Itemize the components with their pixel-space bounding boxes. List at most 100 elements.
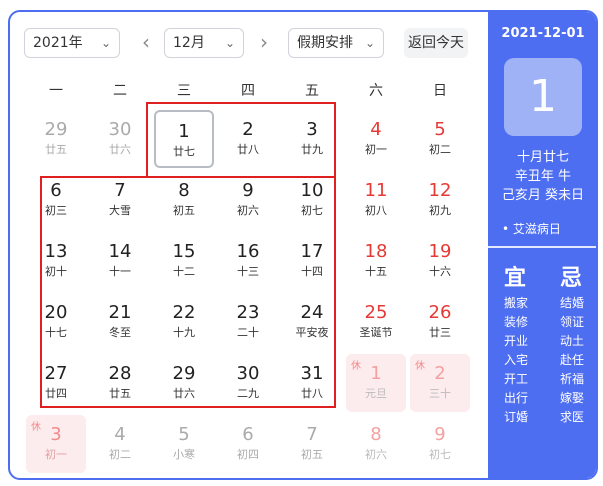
yi-item: 出行: [504, 391, 529, 405]
day-number: 4: [114, 424, 126, 445]
year-select[interactable]: 2021年 ⌄: [24, 28, 120, 58]
day-number: 25: [364, 302, 388, 323]
rest-day-tag: 休: [415, 361, 425, 372]
day-cell[interactable]: 9 初七: [410, 415, 470, 473]
lunar-label: 初七: [429, 448, 451, 461]
day-cell[interactable]: 8 初六: [346, 415, 406, 473]
day-cell[interactable]: 7 初五: [282, 415, 342, 473]
day-cell[interactable]: 5 初二: [410, 110, 470, 168]
weekday-label: 一: [49, 83, 63, 99]
selected-date: 2021-12-01: [501, 26, 585, 41]
rest-day-tag: 休: [31, 422, 41, 433]
yi-heading: 宜: [504, 266, 527, 291]
lunar-label: 廿三: [429, 326, 451, 339]
day-cell[interactable]: 4 初二: [90, 415, 150, 473]
calendar-widget: 2021年 ⌄ ‹ 12月 ⌄ › 假期安排 ⌄ 返回今天 一 二 三 四 五 六 日 29…: [8, 10, 598, 480]
ji-item: 祈福: [560, 372, 585, 386]
weekday-label: 二: [113, 83, 127, 99]
yi-item: 装修: [504, 315, 529, 329]
ganzhi-day: 己亥月 癸未日: [501, 188, 585, 203]
day-detail-panel: 2021-12-01 1 十月廿七 辛丑年 牛 己亥月 癸未日 • 艾滋病日 宜…: [488, 12, 596, 478]
back-to-today-button[interactable]: 返回今天: [404, 28, 468, 58]
day-cell[interactable]: 12 初九: [410, 171, 470, 229]
day-number: 7: [306, 424, 318, 445]
day-number: 19: [428, 241, 452, 262]
weekday-label: 六: [369, 83, 383, 99]
day-cell[interactable]: 29 廿五: [26, 110, 86, 168]
yi-item: 开业: [504, 334, 529, 348]
selected-day-number: 1: [504, 58, 582, 136]
ji-item: 求医: [560, 410, 585, 424]
lunar-label: 初一: [45, 448, 67, 461]
day-number: 29: [44, 119, 68, 140]
festival-label: • 艾滋病日: [502, 222, 561, 236]
lunar-label: 元旦: [365, 387, 387, 400]
weekday-label: 四: [241, 83, 255, 99]
day-number: 9: [434, 424, 446, 445]
day-number: 11: [364, 180, 388, 201]
yi-item: 订婚: [504, 410, 529, 424]
ji-item: 动土: [560, 334, 585, 348]
day-cell[interactable]: 25 圣诞节: [346, 293, 406, 351]
day-cell[interactable]: 18 十五: [346, 232, 406, 290]
yi-item: 搬家: [504, 296, 529, 310]
weekday-label: 日: [433, 83, 447, 99]
day-cell[interactable]: 30 廿六: [90, 110, 150, 168]
year-select-value: 2021年: [33, 35, 83, 51]
day-cell[interactable]: 4 初一: [346, 110, 406, 168]
lunar-label: 初二: [109, 448, 131, 461]
highlight-box-weeks: [40, 176, 336, 408]
calendar-toolbar: 2021年 ⌄ ‹ 12月 ⌄ › 假期安排 ⌄ 返回今天: [24, 28, 474, 60]
day-cell[interactable]: 休 3 初一: [26, 415, 86, 473]
divider: [488, 246, 596, 248]
lunar-label: 小寒: [173, 448, 195, 461]
chevron-down-icon: ⌄: [100, 36, 111, 50]
ji-item: 领证: [560, 315, 585, 329]
day-number: 5: [178, 424, 190, 445]
lunar-label: 圣诞节: [359, 326, 393, 339]
weekday-label: 三: [177, 83, 191, 99]
ji-heading: 忌: [560, 266, 583, 291]
day-number: 6: [242, 424, 254, 445]
ji-item: 结婚: [560, 296, 585, 310]
holiday-select[interactable]: 假期安排 ⌄: [288, 28, 384, 58]
day-number: 30: [108, 119, 132, 140]
day-cell[interactable]: 6 初四: [218, 415, 278, 473]
day-number: 8: [370, 424, 382, 445]
month-select[interactable]: 12月 ⌄: [164, 28, 244, 58]
lunar-label: 初四: [237, 448, 259, 461]
holiday-select-value: 假期安排: [297, 35, 353, 51]
lunar-label: 初九: [429, 204, 451, 217]
day-number: 5: [434, 119, 446, 140]
chevron-down-icon: ⌄: [224, 36, 235, 50]
ganzhi-year: 辛丑年 牛: [514, 169, 572, 184]
lunar-label: 初五: [301, 448, 323, 461]
chevron-right-icon[interactable]: ›: [254, 28, 274, 58]
day-number: 12: [428, 180, 452, 201]
chevron-down-icon: ⌄: [364, 36, 375, 50]
day-cell[interactable]: 11 初八: [346, 171, 406, 229]
ji-item: 嫁娶: [560, 391, 585, 405]
lunar-label: 初六: [365, 448, 387, 461]
lunar-label: 廿五: [45, 143, 67, 156]
yi-item: 开工: [504, 372, 529, 386]
lunar-label: 三十: [429, 387, 451, 400]
day-cell[interactable]: 19 十六: [410, 232, 470, 290]
calendar-main: 2021年 ⌄ ‹ 12月 ⌄ › 假期安排 ⌄ 返回今天 一 二 三 四 五 六 日 29…: [10, 12, 488, 478]
day-cell[interactable]: 5 小寒: [154, 415, 214, 473]
rest-day-tag: 休: [351, 361, 361, 372]
day-cell[interactable]: 26 廿三: [410, 293, 470, 351]
yi-item: 入宅: [504, 353, 529, 367]
lunar-label: 十五: [365, 265, 387, 278]
ji-item: 赴任: [560, 353, 585, 367]
month-select-value: 12月: [173, 35, 205, 51]
day-cell[interactable]: 休 1 元旦: [346, 354, 406, 412]
lunar-label: 初二: [429, 143, 451, 156]
lunar-label: 初一: [365, 143, 387, 156]
highlight-box-week1: [146, 102, 336, 178]
lunar-date: 十月廿七: [516, 150, 569, 165]
weekday-header: 一二三四五六日: [24, 80, 472, 104]
day-cell[interactable]: 休 2 三十: [410, 354, 470, 412]
lunar-label: 初八: [365, 204, 387, 217]
chevron-left-icon[interactable]: ‹: [136, 28, 156, 58]
